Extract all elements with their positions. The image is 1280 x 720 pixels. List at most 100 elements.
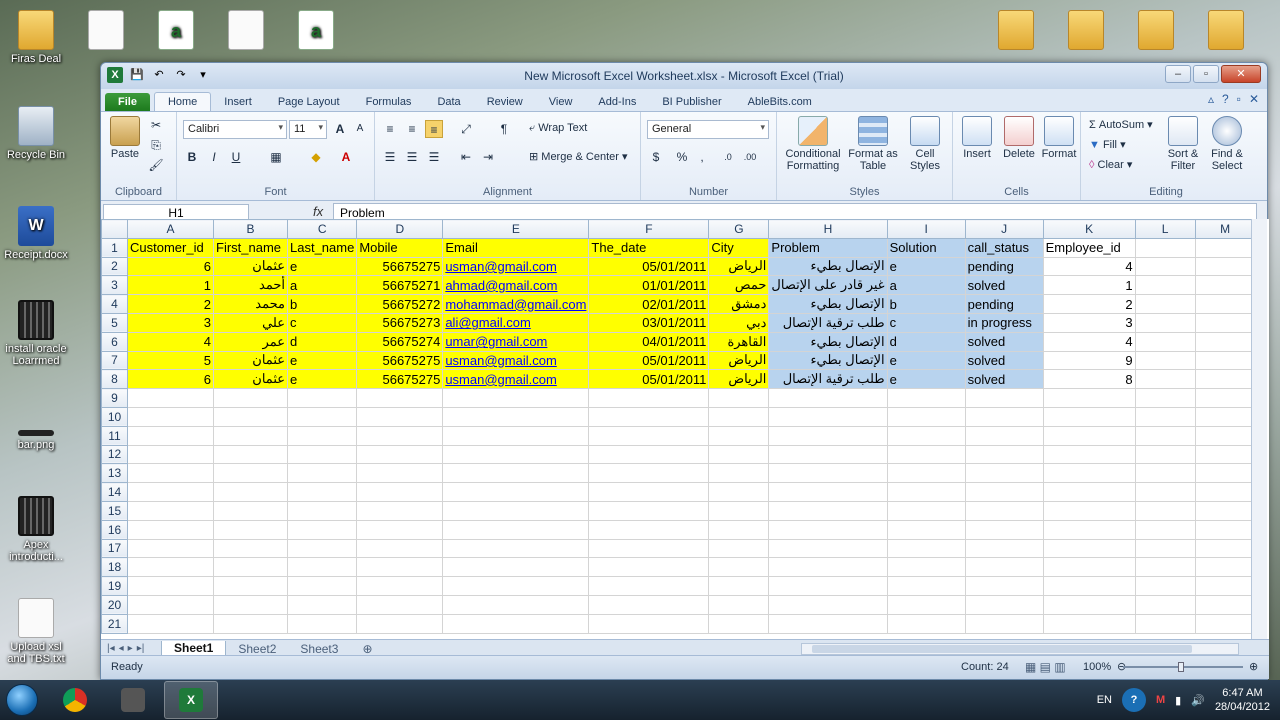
cell[interactable] — [1194, 463, 1256, 484]
cell[interactable] — [1194, 519, 1256, 540]
conditional-formatting-button[interactable]: Conditional Formatting — [781, 116, 845, 172]
insert-cells-button[interactable]: Insert — [957, 116, 997, 160]
cell[interactable] — [442, 463, 590, 484]
cell[interactable]: b — [286, 294, 358, 314]
cell[interactable] — [1194, 444, 1256, 465]
insert-sheet-icon[interactable]: ⊕ — [350, 642, 384, 656]
cell[interactable]: غير قادر على الإتصال — [768, 275, 888, 296]
borders-icon[interactable]: ▦ — [267, 148, 285, 166]
cell[interactable]: ali@gmail.com — [442, 312, 590, 333]
cell[interactable] — [442, 500, 590, 521]
cell[interactable]: c — [286, 312, 358, 333]
cell[interactable]: a — [886, 275, 966, 296]
cell[interactable] — [964, 463, 1044, 484]
cell[interactable] — [1134, 538, 1196, 559]
cell[interactable] — [1042, 444, 1136, 465]
minimize-ribbon-icon[interactable]: ▵ — [1208, 92, 1214, 106]
row-header[interactable]: 7 — [101, 350, 128, 371]
cell[interactable] — [1194, 406, 1256, 427]
cell-styles-button[interactable]: Cell Styles — [901, 116, 949, 172]
currency-icon[interactable]: $ — [647, 148, 665, 166]
autosum-button[interactable]: Σ AutoSum ▾ — [1089, 118, 1153, 131]
next-sheet-icon[interactable]: ▸ — [128, 643, 133, 654]
cell[interactable]: e — [286, 350, 358, 371]
network-icon[interactable]: ▮ — [1175, 694, 1181, 707]
cell[interactable] — [442, 388, 590, 408]
desktop-icon-top-doc-2[interactable] — [210, 10, 282, 53]
cell[interactable] — [1042, 482, 1136, 502]
cell[interactable] — [588, 425, 710, 446]
cell[interactable]: القاهرة — [708, 331, 770, 352]
column-header[interactable]: L — [1134, 219, 1196, 239]
cell[interactable]: Employee_id — [1042, 237, 1136, 258]
cell[interactable] — [1194, 350, 1256, 371]
cell[interactable]: 04/01/2011 — [588, 331, 710, 352]
cell[interactable] — [1194, 538, 1256, 559]
zoom-level[interactable]: 100% — [1083, 661, 1111, 673]
increase-decimal-icon[interactable]: .0 — [719, 148, 737, 166]
decrease-decimal-icon[interactable]: .00 — [741, 148, 759, 166]
language-indicator[interactable]: EN — [1097, 694, 1112, 706]
cell[interactable]: solved — [964, 331, 1044, 352]
cell[interactable] — [708, 538, 770, 559]
row-header[interactable]: 5 — [101, 312, 128, 333]
cell[interactable]: d — [886, 331, 966, 352]
help-icon[interactable]: ? — [1222, 92, 1229, 106]
cell[interactable]: 1 — [127, 275, 214, 296]
cell[interactable]: حمص — [708, 275, 770, 296]
start-button[interactable] — [0, 680, 44, 720]
column-header[interactable]: J — [964, 219, 1044, 239]
cell[interactable]: e — [886, 369, 966, 390]
cell[interactable]: 01/01/2011 — [588, 275, 710, 296]
cell[interactable] — [708, 425, 770, 446]
cell[interactable]: pending — [964, 256, 1044, 277]
cell[interactable] — [213, 519, 288, 540]
vertical-scrollbar[interactable] — [1251, 219, 1267, 639]
cell[interactable] — [1194, 594, 1256, 615]
cell[interactable] — [356, 594, 444, 615]
row-header[interactable]: 18 — [101, 557, 128, 578]
cell[interactable]: Last_name — [286, 237, 358, 258]
cell[interactable] — [588, 594, 710, 615]
fill-button[interactable]: ▼ Fill ▾ — [1089, 138, 1126, 151]
cell[interactable]: عثمان — [213, 350, 288, 371]
cell[interactable] — [1134, 576, 1196, 596]
cell[interactable] — [964, 594, 1044, 615]
cell[interactable] — [1194, 294, 1256, 314]
volume-icon[interactable]: 🔊 — [1191, 694, 1205, 707]
cell[interactable] — [588, 613, 710, 634]
tab-ablebits[interactable]: AbleBits.com — [735, 93, 825, 111]
title-bar[interactable]: X 💾 ↶ ↷ ▾ New Microsoft Excel Worksheet.… — [101, 63, 1267, 89]
prev-sheet-icon[interactable]: ◂ — [119, 643, 124, 654]
horizontal-scroll-thumb[interactable] — [812, 645, 1192, 653]
orientation-icon[interactable]: ⤢ — [457, 120, 475, 138]
cell[interactable] — [1134, 444, 1196, 465]
cell[interactable] — [213, 538, 288, 559]
align-middle-icon[interactable]: ≡ — [403, 120, 421, 138]
cell[interactable] — [356, 557, 444, 578]
cell[interactable] — [964, 388, 1044, 408]
cell[interactable]: 03/01/2011 — [588, 312, 710, 333]
cell[interactable] — [708, 388, 770, 408]
cell[interactable] — [708, 594, 770, 615]
cell[interactable] — [127, 576, 214, 596]
row-header[interactable]: 15 — [101, 500, 128, 521]
cell[interactable] — [768, 406, 888, 427]
cell[interactable]: umar@gmail.com — [442, 331, 590, 352]
cell[interactable] — [768, 482, 888, 502]
cell[interactable] — [1194, 256, 1256, 277]
zoom-slider[interactable] — [1123, 662, 1243, 672]
tab-home[interactable]: Home — [153, 92, 212, 111]
cell[interactable] — [286, 613, 358, 634]
cell[interactable]: solved — [964, 369, 1044, 390]
worksheet-grid[interactable]: ABCDEFGHIJKLM 1 Customer_id First_name Last… — [101, 219, 1269, 639]
cell[interactable] — [1194, 237, 1256, 258]
cell[interactable] — [1042, 557, 1136, 578]
cell[interactable]: 05/01/2011 — [588, 369, 710, 390]
cell[interactable] — [964, 519, 1044, 540]
cell[interactable] — [1194, 500, 1256, 521]
percent-icon[interactable]: % — [673, 148, 691, 166]
grow-font-icon[interactable]: A — [331, 120, 349, 138]
cell[interactable] — [356, 406, 444, 427]
cell[interactable] — [1134, 256, 1196, 277]
